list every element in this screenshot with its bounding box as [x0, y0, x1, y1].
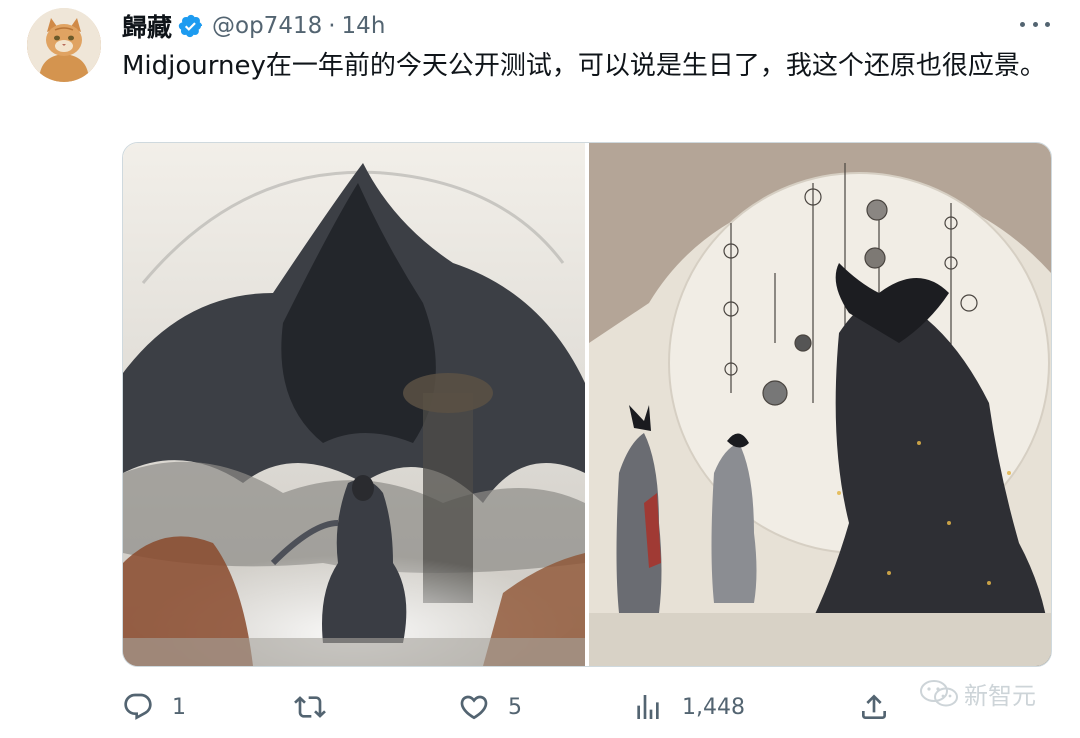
tweet-actions-bar: 1 5 1,448 — [122, 686, 902, 728]
share-button[interactable] — [858, 686, 908, 728]
watermark-text: 新智元 — [964, 682, 1036, 710]
separator-dot: · — [328, 13, 336, 39]
verified-badge-icon — [178, 13, 204, 39]
like-button[interactable]: 5 — [458, 686, 522, 728]
author-handle[interactable]: @op7418 — [212, 13, 322, 39]
media-image-1[interactable] — [123, 143, 585, 666]
retweet-button[interactable] — [294, 686, 344, 728]
reply-count: 1 — [172, 694, 186, 720]
tweet-timestamp[interactable]: 14h — [342, 13, 386, 39]
tweet-media — [122, 142, 1052, 667]
artwork-image-moon-figures-icon — [589, 143, 1051, 666]
views-chart-icon — [632, 691, 664, 723]
reply-icon — [122, 691, 154, 723]
tweet-text: Midjourney在一年前的今天公开测试，可以说是生日了，我这个还原也很应景。 — [122, 51, 1046, 81]
cat-avatar-icon — [27, 8, 101, 82]
retweet-icon — [294, 691, 326, 723]
heart-icon — [458, 691, 490, 723]
avatar[interactable] — [27, 8, 101, 82]
more-options-icon[interactable] — [1020, 12, 1050, 36]
watermark: 新智元 — [918, 676, 1036, 711]
like-count: 5 — [508, 694, 522, 720]
wechat-icon — [918, 677, 964, 711]
share-icon — [858, 691, 890, 723]
views-button[interactable]: 1,448 — [632, 686, 745, 728]
reply-button[interactable]: 1 — [122, 686, 186, 728]
display-name[interactable]: 歸藏 — [122, 8, 172, 44]
views-count: 1,448 — [682, 694, 745, 720]
tweet-header: 歸藏 @op7418 · 14h — [122, 6, 385, 46]
media-image-2[interactable] — [589, 143, 1051, 666]
artwork-image-wanderer-icon — [123, 143, 585, 666]
